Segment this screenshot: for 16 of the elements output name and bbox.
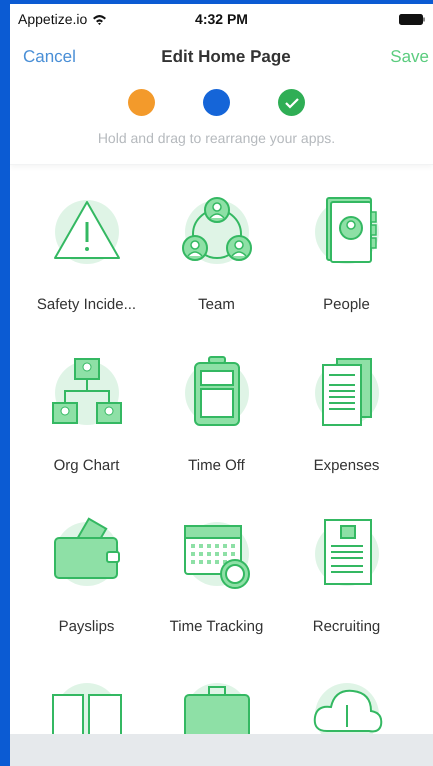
hint-text: Hold and drag to rearrange your apps. [96,129,336,148]
clock-time: 4:32 PM [195,11,248,27]
app-label[interactable]: Org Chart [54,457,120,474]
app-label[interactable]: Team [198,296,235,313]
check-icon [284,96,300,108]
app-label[interactable]: Expenses [314,457,380,474]
page-title: Edit Home Page [161,47,291,67]
wifi-icon [92,14,108,24]
app-label[interactable]: Safety Incide... [36,296,136,313]
app-label[interactable]: Time Tracking [170,618,264,635]
app-label[interactable]: People [323,296,370,313]
app-label[interactable]: Payslips [58,618,114,635]
app-label[interactable]: Time Off [188,457,245,474]
carrier-name: Appetize.io [18,11,88,27]
battery-icon [399,14,425,24]
app-label[interactable]: Recruiting [312,618,380,635]
